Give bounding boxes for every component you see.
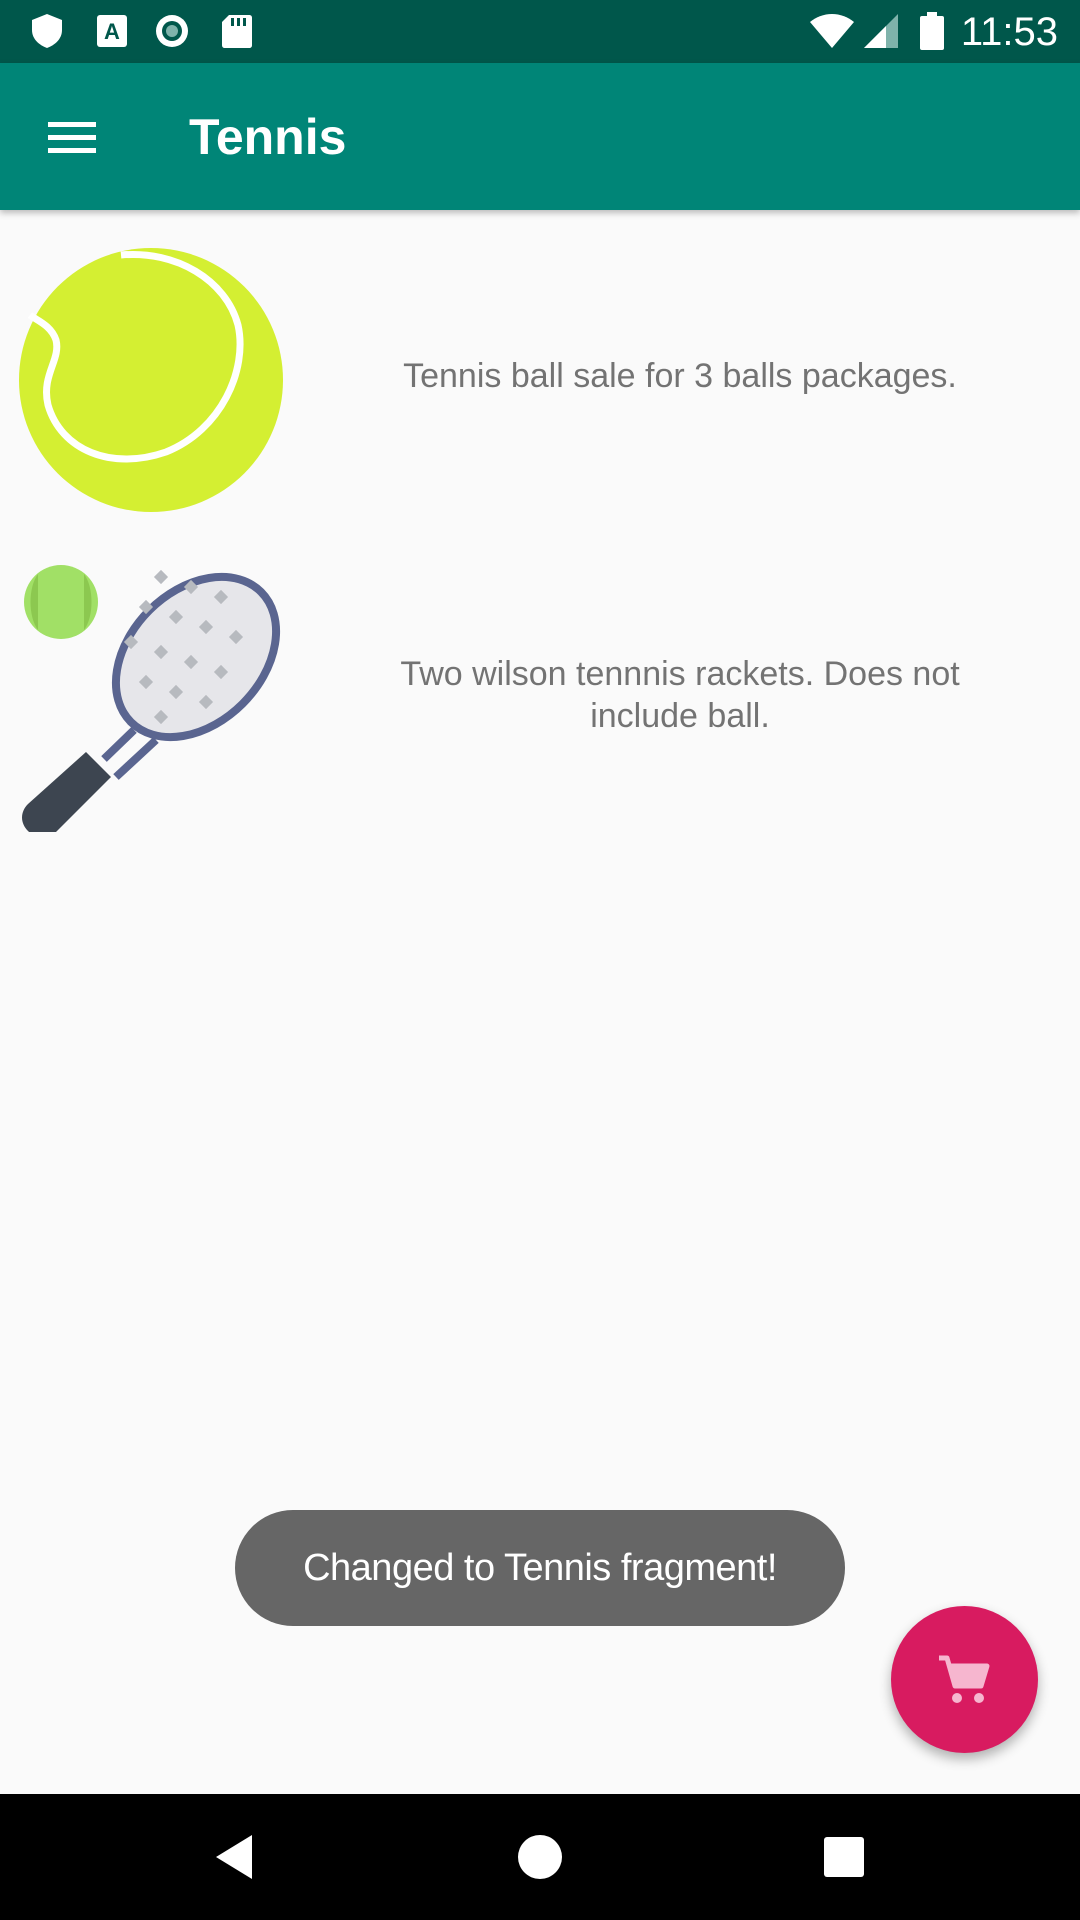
svg-text:A: A xyxy=(104,19,120,44)
navigation-bar xyxy=(0,1794,1080,1920)
list-item-description: Two wilson tennnis rackets. Does not inc… xyxy=(400,655,960,735)
back-icon[interactable] xyxy=(206,1827,266,1887)
font-a-icon: A xyxy=(97,15,127,47)
wifi-icon xyxy=(810,14,854,48)
hamburger-menu-icon[interactable] xyxy=(36,103,108,171)
page-title: Tennis xyxy=(189,109,347,165)
list-item[interactable]: Tennis ball sale for 3 balls packages. xyxy=(0,245,1080,515)
list-item[interactable]: Two wilson tennnis rackets. Does not inc… xyxy=(0,552,1080,832)
toast-text: Changed to Tennis fragment! xyxy=(303,1546,777,1589)
shield-icon xyxy=(32,14,62,48)
status-time: 11:53 xyxy=(960,10,1058,54)
recents-icon[interactable] xyxy=(814,1827,874,1887)
status-bar: A 11:53 xyxy=(0,0,1080,63)
signal-icon xyxy=(864,14,898,48)
sd-card-icon xyxy=(222,15,252,48)
shopping-cart-icon xyxy=(938,1655,989,1703)
tennis-racket-icon xyxy=(22,565,281,832)
circle-record-icon xyxy=(156,15,188,47)
app-bar: Tennis xyxy=(0,63,1080,210)
battery-icon xyxy=(920,12,944,50)
home-icon[interactable] xyxy=(510,1827,570,1887)
list-item-description: Tennis ball sale for 3 balls packages. xyxy=(403,357,957,395)
toast-message: Changed to Tennis fragment! xyxy=(235,1510,845,1626)
tennis-ball-icon xyxy=(19,248,283,512)
cart-fab-button[interactable] xyxy=(891,1606,1038,1753)
